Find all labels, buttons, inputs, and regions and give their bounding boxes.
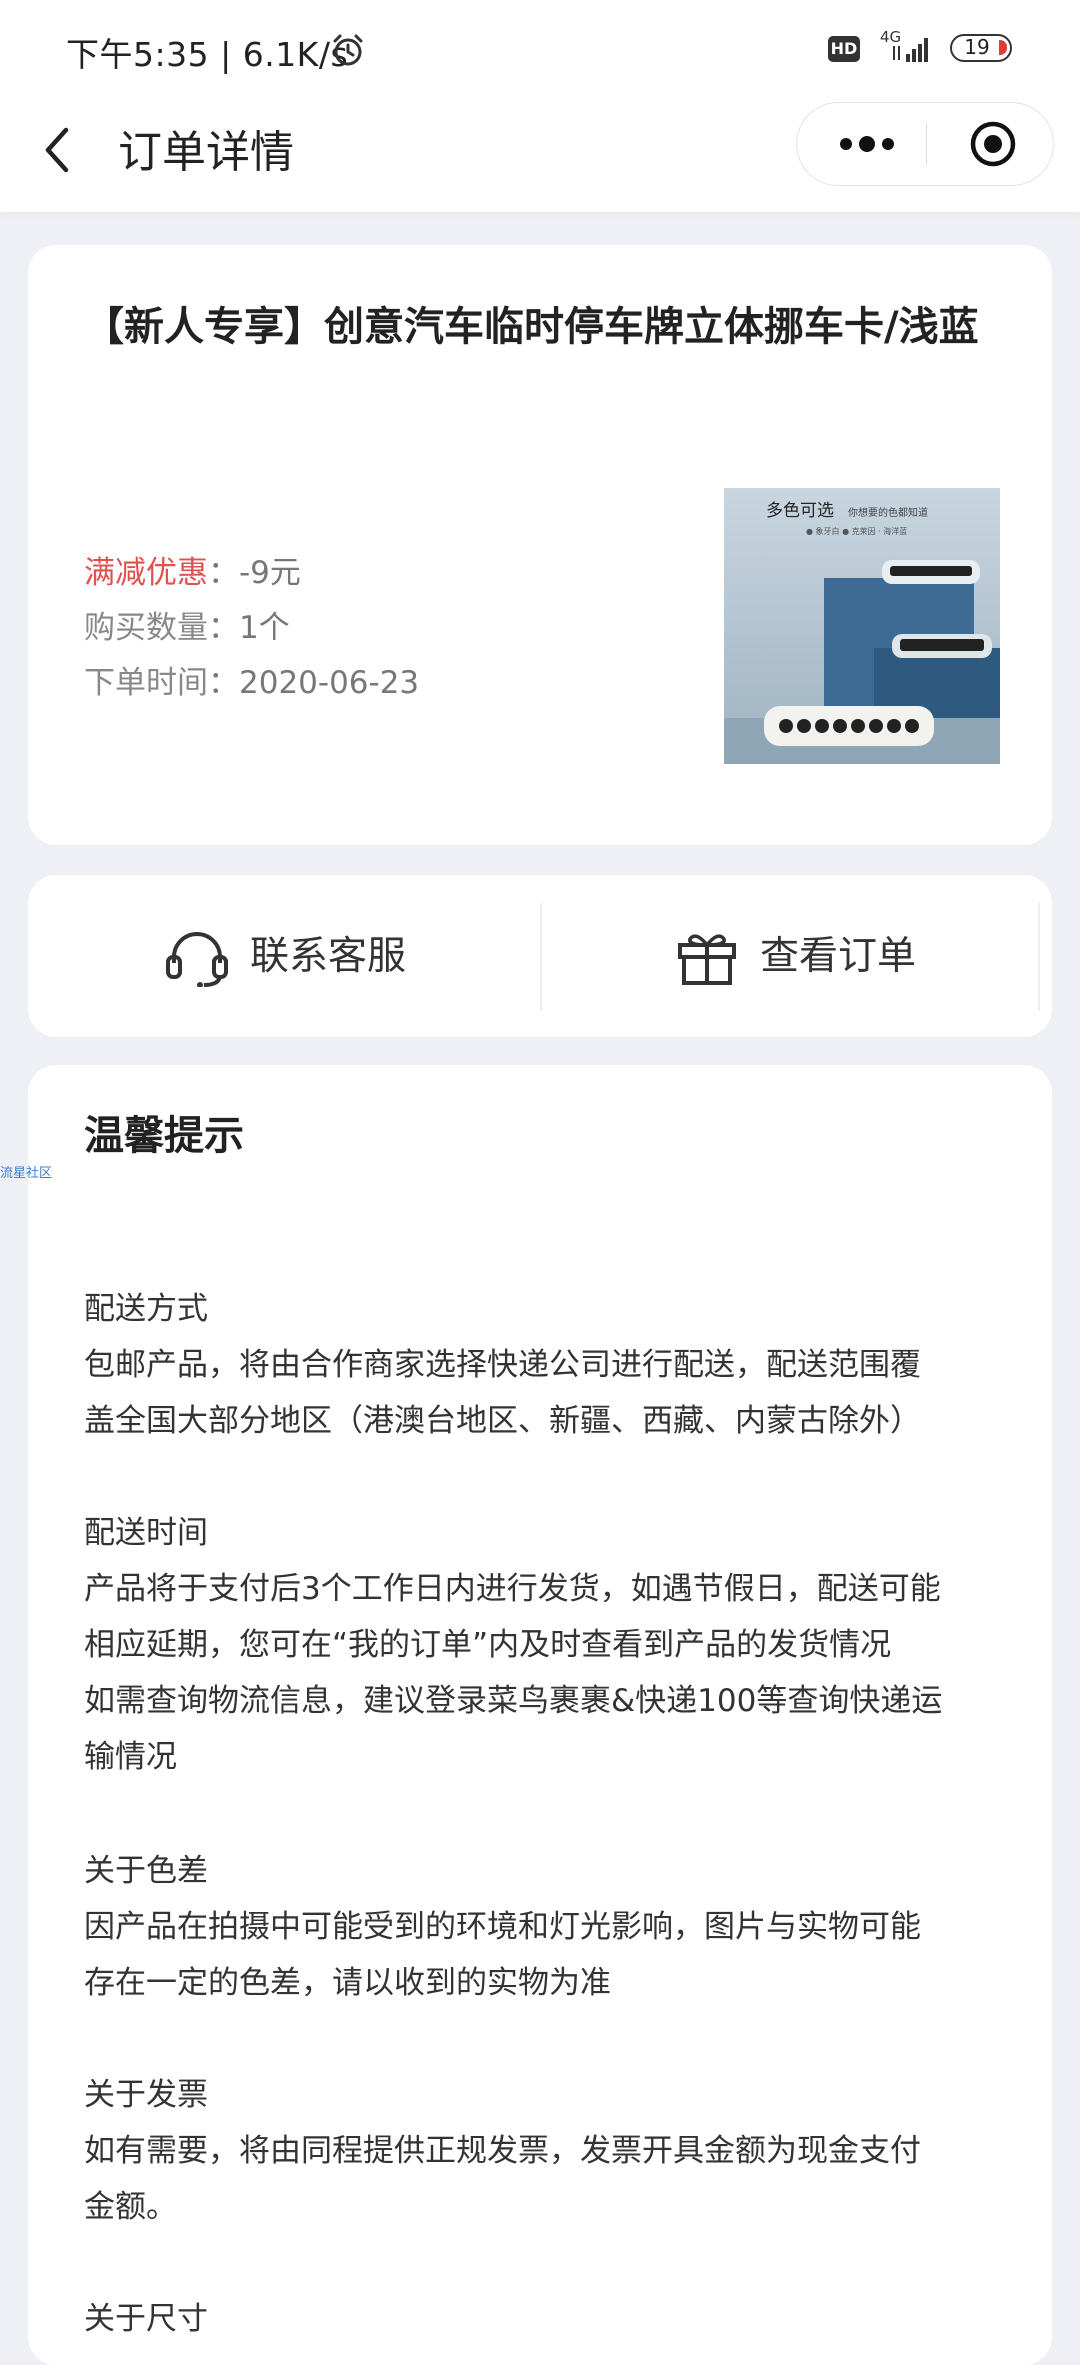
order-time-value: ：2020-06-23 [208,665,420,701]
quantity-value: ：1个 [208,610,290,646]
status-bar: 下午5:35 | 6.1K/s HD 4G 19 [0,0,1080,100]
hd-badge: HD [828,36,860,62]
quantity-row: 购买数量：1个 [84,602,290,647]
section-line: 相应延期，您可在“我的订单”内及时查看到产品的发货情况 [84,1627,892,1663]
contact-service-button[interactable]: 联系客服 [28,875,540,1037]
headset-icon [166,932,228,987]
watermark-text: 流星社区 [0,1166,53,1181]
image-caption: 多色可选 [766,501,834,521]
navigation-bar: 订单详情 [0,100,1080,212]
action-divider-right [1038,903,1040,1011]
product-title: 【新人专享】创意汽车临时停车牌立体挪车卡/浅蓝 [84,304,979,350]
tips-section-size: 关于尺寸 [84,2291,1024,2347]
back-arrow-icon[interactable] [38,122,78,178]
order-time-row: 下单时间：2020-06-23 [84,657,419,702]
section-line: 产品将于支付后3个工作日内进行发货，如遇节假日，配送可能 [84,1571,941,1607]
section-heading: 配送时间 [84,1515,208,1551]
capsule-divider [926,123,927,165]
section-line: 存在一定的色差，请以收到的实物为准 [84,1965,611,2001]
tips-section-invoice: 关于发票 如有需要，将由同程提供正规发票，发票开具金额为现金支付 金额。 [84,2067,1024,2235]
image-color-options: ● 象牙白 ● 克莱因 · 海洋蓝 [806,526,907,536]
section-heading: 关于发票 [84,2077,208,2113]
section-line: 如有需要，将由同程提供正规发票，发票开具金额为现金支付 [84,2133,921,2169]
view-order-button[interactable]: 查看订单 [542,875,1038,1037]
image-caption-sub: 你想要的色都知道 [848,506,928,519]
close-target-icon[interactable] [969,120,1017,168]
discount-label: 满减优惠 [84,555,208,591]
tips-section-delivery-method: 配送方式 包邮产品，将由合作商家选择快递公司进行配送，配送范围覆 盖全国大部分地… [84,1281,1024,1449]
section-line: 输情况 [84,1739,177,1775]
section-line: 因产品在拍摄中可能受到的环境和灯光影响，图片与实物可能 [84,1909,921,1945]
product-image[interactable]: 多色可选 你想要的色都知道 ● 象牙白 ● 克莱因 · 海洋蓝 [724,488,1000,764]
section-line: 金额。 [84,2189,177,2225]
contact-service-label: 联系客服 [250,934,407,979]
product-card: 【新人专享】创意汽车临时停车牌立体挪车卡/浅蓝 满减优惠：-9元 购买数量：1个… [28,245,1052,845]
section-line: 如需查询物流信息，建议登录菜鸟裹裹&快递100等查询快递运 [84,1683,943,1719]
signal-bars-icon [893,38,928,62]
gift-box-icon [678,934,736,985]
section-line: 包邮产品，将由合作商家选择快递公司进行配送，配送范围覆 [84,1347,921,1383]
discount-row: 满减优惠：-9元 [84,547,301,592]
tips-section-color-difference: 关于色差 因产品在拍摄中可能受到的环境和灯光影响，图片与实物可能 存在一定的色差… [84,1843,1024,2011]
order-time-label: 下单时间 [84,665,208,701]
section-heading: 配送方式 [84,1291,208,1327]
actions-card: 联系客服 查看订单 [28,875,1052,1037]
mini-program-capsule [796,102,1054,186]
quantity-label: 购买数量 [84,610,208,646]
section-heading: 关于色差 [84,1853,208,1889]
status-time: 下午5:35 | 6.1K/s [66,35,349,74]
tips-title: 温馨提示 [84,1113,244,1159]
discount-value: ：-9元 [208,555,301,591]
tips-section-delivery-time: 配送时间 产品将于支付后3个工作日内进行发货，如遇节假日，配送可能 相应延期，您… [84,1505,1024,1785]
section-line: 盖全国大部分地区（港澳台地区、新疆、西藏、内蒙古除外） [84,1403,921,1439]
view-order-label: 查看订单 [760,934,917,979]
battery-level: 19 [964,35,990,59]
section-heading: 关于尺寸 [84,2301,208,2337]
more-dots-icon[interactable] [837,135,897,153]
tips-card: 温馨提示 配送方式 包邮产品，将由合作商家选择快递公司进行配送，配送范围覆 盖全… [28,1065,1052,2365]
page-title: 订单详情 [118,127,294,178]
battery-indicator: 19 [950,34,1012,62]
battery-fill [999,40,1007,55]
product-image-graphic: 多色可选 你想要的色都知道 ● 象牙白 ● 克莱因 · 海洋蓝 [724,488,1000,764]
alarm-clock-icon [333,34,363,66]
